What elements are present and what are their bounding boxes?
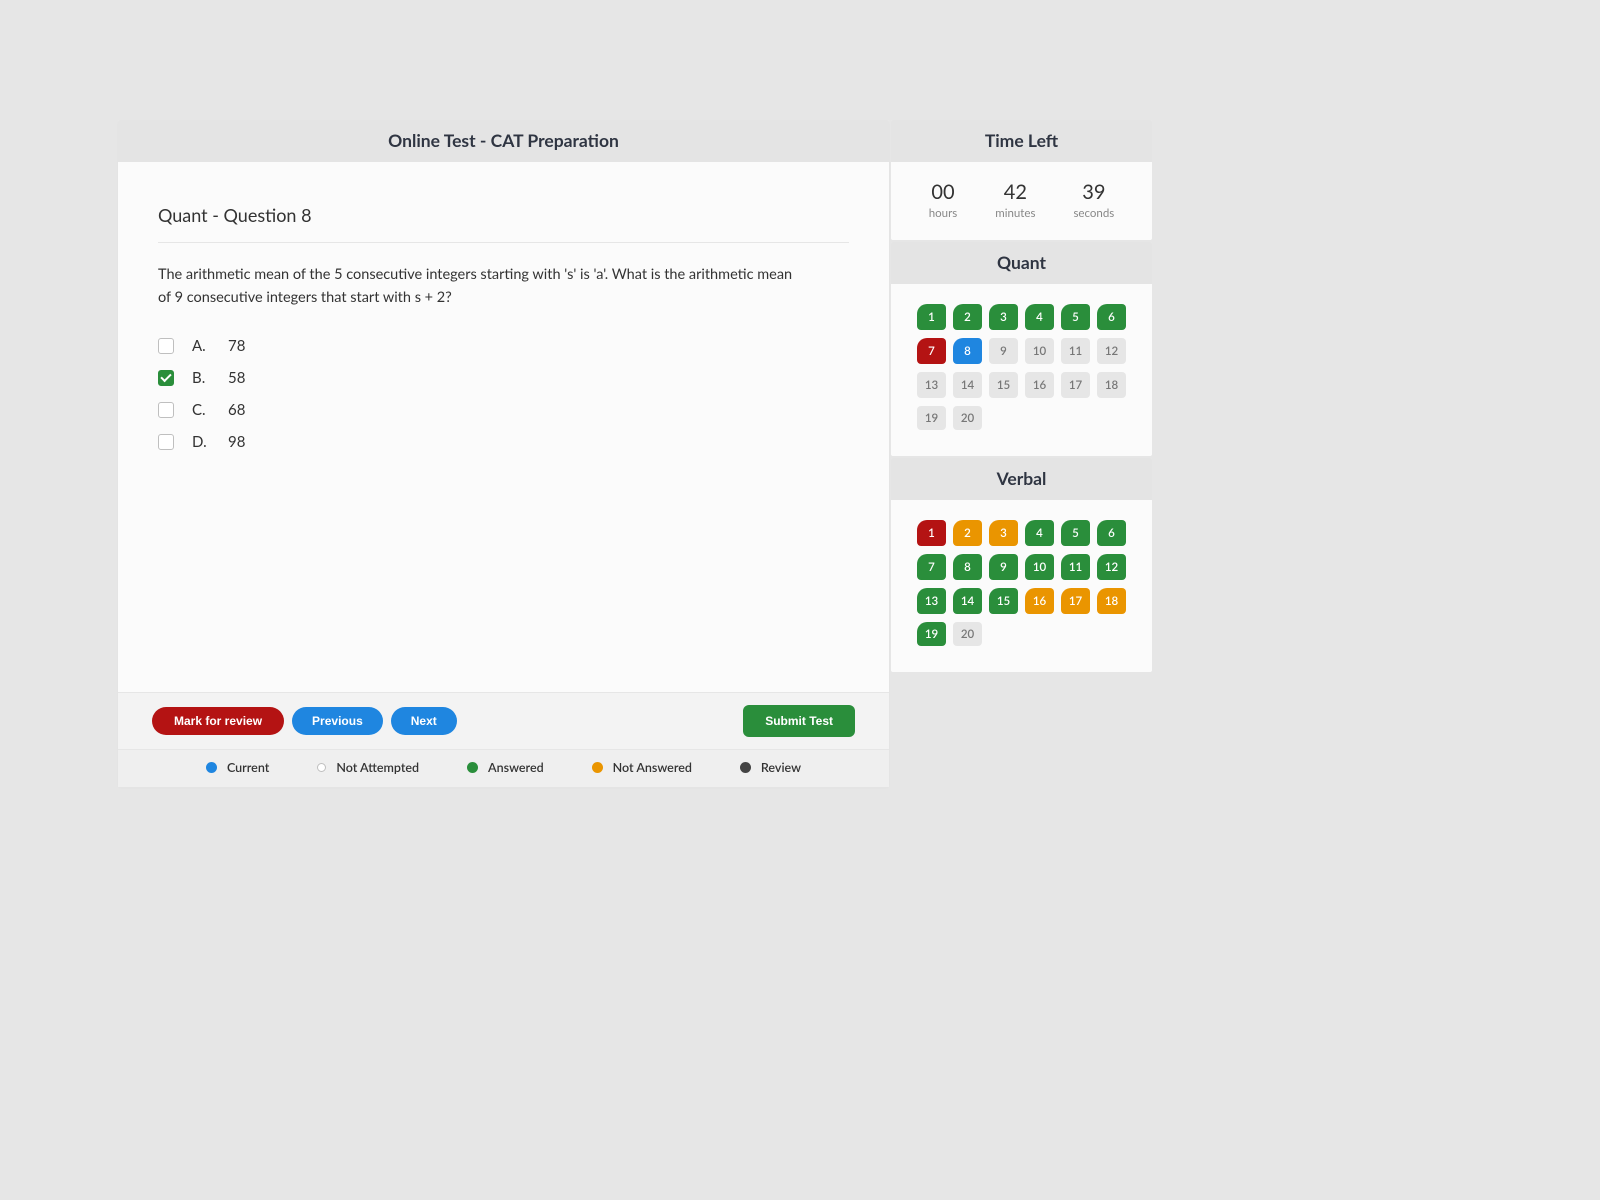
question-cell-7[interactable]: 7	[917, 554, 946, 580]
verbal-section: Verbal 1234567891011121314151617181920	[891, 458, 1152, 672]
question-cell-5[interactable]: 5	[1061, 304, 1090, 330]
dot-icon	[317, 763, 326, 772]
option-a[interactable]: A. 78	[158, 337, 849, 355]
dot-icon	[206, 762, 217, 773]
question-cell-16[interactable]: 16	[1025, 588, 1054, 614]
previous-button[interactable]: Previous	[292, 707, 383, 735]
timer-hours: 00 hours	[929, 180, 957, 220]
submit-button[interactable]: Submit Test	[743, 705, 855, 737]
option-d[interactable]: D. 98	[158, 433, 849, 451]
option-text: 68	[228, 401, 245, 419]
quant-grid: 1234567891011121314151617181920	[891, 284, 1152, 430]
legend-review: Review	[740, 760, 801, 775]
question-cell-11[interactable]: 11	[1061, 554, 1090, 580]
quant-header: Quant	[891, 242, 1152, 284]
timer-minutes: 42 minutes	[995, 180, 1035, 220]
option-letter: D.	[192, 433, 210, 451]
question-cell-2[interactable]: 2	[953, 520, 982, 546]
checkbox-icon[interactable]	[158, 402, 174, 418]
footer-buttons: Mark for review Previous Next Submit Tes…	[118, 693, 889, 749]
options-list: A. 78 B. 58 C. 68 D. 98	[158, 337, 849, 451]
side-panel: Time Left 00 hours 42 minutes 39 seconds	[891, 120, 1152, 787]
checkbox-icon[interactable]	[158, 338, 174, 354]
question-cell-15[interactable]: 15	[989, 588, 1018, 614]
verbal-grid: 1234567891011121314151617181920	[891, 500, 1152, 646]
section-title: Quant	[891, 252, 1152, 273]
question-title: Quant - Question 8	[158, 204, 849, 243]
timer-title: Time Left	[891, 130, 1152, 151]
legend-not-attempted: Not Attempted	[317, 760, 419, 775]
question-cell-9[interactable]: 9	[989, 554, 1018, 580]
question-cell-20[interactable]: 20	[953, 406, 982, 430]
page-title: Online Test - CAT Preparation	[118, 130, 889, 151]
question-cell-14[interactable]: 14	[953, 588, 982, 614]
legend: Current Not Attempted Answered Not Answe…	[118, 749, 889, 787]
question-cell-13[interactable]: 13	[917, 588, 946, 614]
option-letter: B.	[192, 369, 210, 387]
option-b[interactable]: B. 58	[158, 369, 849, 387]
question-cell-2[interactable]: 2	[953, 304, 982, 330]
question-cell-20[interactable]: 20	[953, 622, 982, 646]
question-cell-17[interactable]: 17	[1061, 372, 1090, 398]
question-cell-3[interactable]: 3	[989, 520, 1018, 546]
question-cell-4[interactable]: 4	[1025, 520, 1054, 546]
checkbox-icon[interactable]	[158, 434, 174, 450]
question-cell-10[interactable]: 10	[1025, 554, 1054, 580]
question-cell-8[interactable]: 8	[953, 338, 982, 364]
question-cell-16[interactable]: 16	[1025, 372, 1054, 398]
option-letter: C.	[192, 401, 210, 419]
app-container: Online Test - CAT Preparation Quant - Qu…	[118, 120, 1152, 787]
option-text: 98	[228, 433, 245, 451]
question-cell-15[interactable]: 15	[989, 372, 1018, 398]
question-cell-13[interactable]: 13	[917, 372, 946, 398]
timer-values: 00 hours 42 minutes 39 seconds	[891, 162, 1152, 220]
question-cell-3[interactable]: 3	[989, 304, 1018, 330]
footer: Mark for review Previous Next Submit Tes…	[118, 692, 889, 787]
main-panel: Online Test - CAT Preparation Quant - Qu…	[118, 120, 889, 787]
question-cell-7[interactable]: 7	[917, 338, 946, 364]
section-title: Verbal	[891, 468, 1152, 489]
mark-review-button[interactable]: Mark for review	[152, 707, 284, 735]
checkbox-checked-icon[interactable]	[158, 370, 174, 386]
question-cell-11[interactable]: 11	[1061, 338, 1090, 364]
option-text: 58	[228, 369, 245, 387]
verbal-header: Verbal	[891, 458, 1152, 500]
question-cell-19[interactable]: 19	[917, 406, 946, 430]
question-cell-18[interactable]: 18	[1097, 588, 1126, 614]
question-cell-1[interactable]: 1	[917, 304, 946, 330]
legend-current: Current	[206, 760, 269, 775]
timer-block: Time Left 00 hours 42 minutes 39 seconds	[891, 120, 1152, 240]
question-cell-1[interactable]: 1	[917, 520, 946, 546]
question-cell-4[interactable]: 4	[1025, 304, 1054, 330]
quant-section: Quant 1234567891011121314151617181920	[891, 242, 1152, 456]
dot-icon	[467, 762, 478, 773]
question-cell-14[interactable]: 14	[953, 372, 982, 398]
dot-icon	[740, 762, 751, 773]
option-c[interactable]: C. 68	[158, 401, 849, 419]
next-button[interactable]: Next	[391, 707, 457, 735]
timer-seconds: 39 seconds	[1073, 180, 1114, 220]
timer-header: Time Left	[891, 120, 1152, 162]
question-cell-19[interactable]: 19	[917, 622, 946, 646]
option-letter: A.	[192, 337, 210, 355]
dot-icon	[592, 762, 603, 773]
question-cell-12[interactable]: 12	[1097, 554, 1126, 580]
question-text: The arithmetic mean of the 5 consecutive…	[158, 263, 798, 309]
question-cell-18[interactable]: 18	[1097, 372, 1126, 398]
question-cell-8[interactable]: 8	[953, 554, 982, 580]
question-cell-17[interactable]: 17	[1061, 588, 1090, 614]
legend-answered: Answered	[467, 760, 544, 775]
option-text: 78	[228, 337, 245, 355]
main-header: Online Test - CAT Preparation	[118, 120, 889, 162]
question-cell-9[interactable]: 9	[989, 338, 1018, 364]
question-cell-12[interactable]: 12	[1097, 338, 1126, 364]
question-area: Quant - Question 8 The arithmetic mean o…	[118, 162, 889, 692]
legend-not-answered: Not Answered	[592, 760, 692, 775]
question-cell-6[interactable]: 6	[1097, 304, 1126, 330]
question-cell-6[interactable]: 6	[1097, 520, 1126, 546]
question-cell-5[interactable]: 5	[1061, 520, 1090, 546]
question-cell-10[interactable]: 10	[1025, 338, 1054, 364]
